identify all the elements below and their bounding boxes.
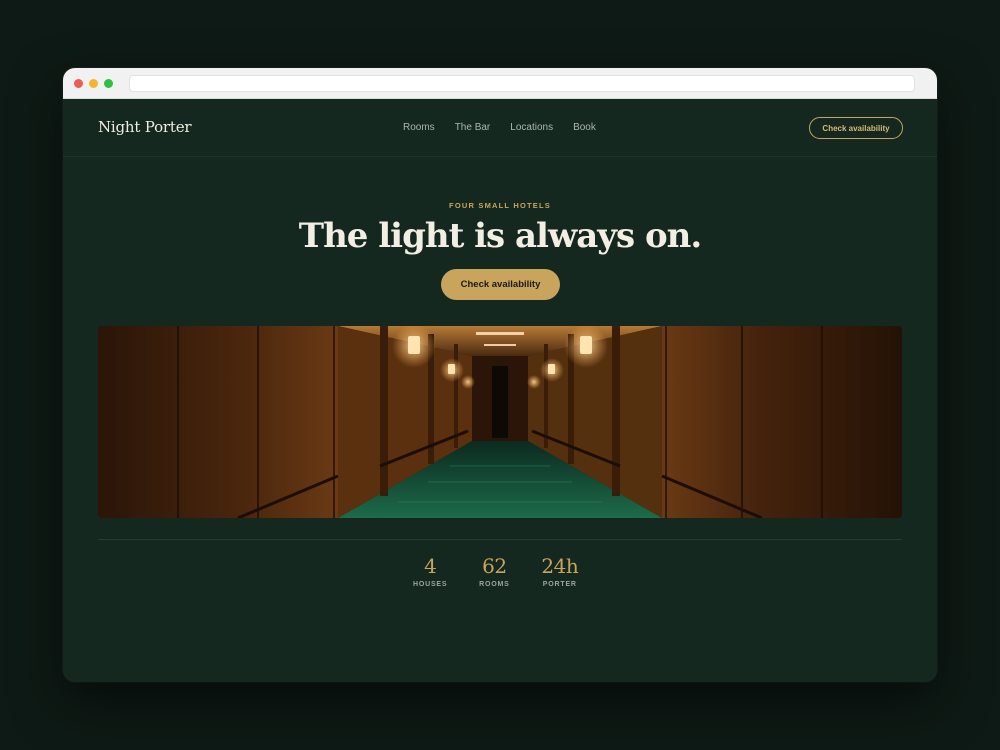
- hero-hallway-image: [98, 326, 902, 518]
- browser-chrome: [63, 68, 937, 99]
- page: Night Porter Rooms The Bar Locations Boo…: [63, 99, 937, 682]
- nav-link-book[interactable]: Book: [573, 122, 596, 133]
- stat-value: 4: [424, 554, 437, 578]
- stat-houses: 4 HOUSES: [413, 554, 447, 588]
- stat-value: 24h: [541, 554, 579, 578]
- site-logo[interactable]: Night Porter: [98, 118, 192, 136]
- stat-label: ROOMS: [479, 581, 510, 588]
- stat-value: 62: [482, 554, 507, 578]
- stat-porter: 24h PORTER: [541, 554, 578, 588]
- stats-row: 4 HOUSES 62 ROOMS 24h PORTER: [413, 554, 579, 588]
- stat-rooms: 62 ROOMS: [477, 554, 511, 588]
- nav-link-locations[interactable]: Locations: [510, 122, 553, 133]
- hero-check-availability-button[interactable]: Check availability: [441, 269, 560, 300]
- nav-check-availability-button[interactable]: Check availability: [809, 117, 903, 139]
- browser-window: Night Porter Rooms The Bar Locations Boo…: [63, 68, 937, 682]
- maximize-window-button[interactable]: [104, 79, 113, 88]
- minimize-window-button[interactable]: [89, 79, 98, 88]
- main-nav: Rooms The Bar Locations Book: [403, 122, 596, 133]
- close-window-button[interactable]: [74, 79, 83, 88]
- nav-link-the-bar[interactable]: The Bar: [455, 122, 491, 133]
- nav-link-rooms[interactable]: Rooms: [403, 122, 435, 133]
- site-header: Night Porter Rooms The Bar Locations Boo…: [63, 99, 937, 157]
- hero-eyebrow: FOUR SMALL HOTELS: [449, 201, 551, 210]
- address-bar[interactable]: [129, 75, 915, 92]
- stat-label: PORTER: [542, 581, 577, 588]
- stats-divider: [98, 539, 902, 540]
- hero-headline: The light is always on.: [298, 216, 702, 256]
- stat-label: HOUSES: [413, 581, 448, 588]
